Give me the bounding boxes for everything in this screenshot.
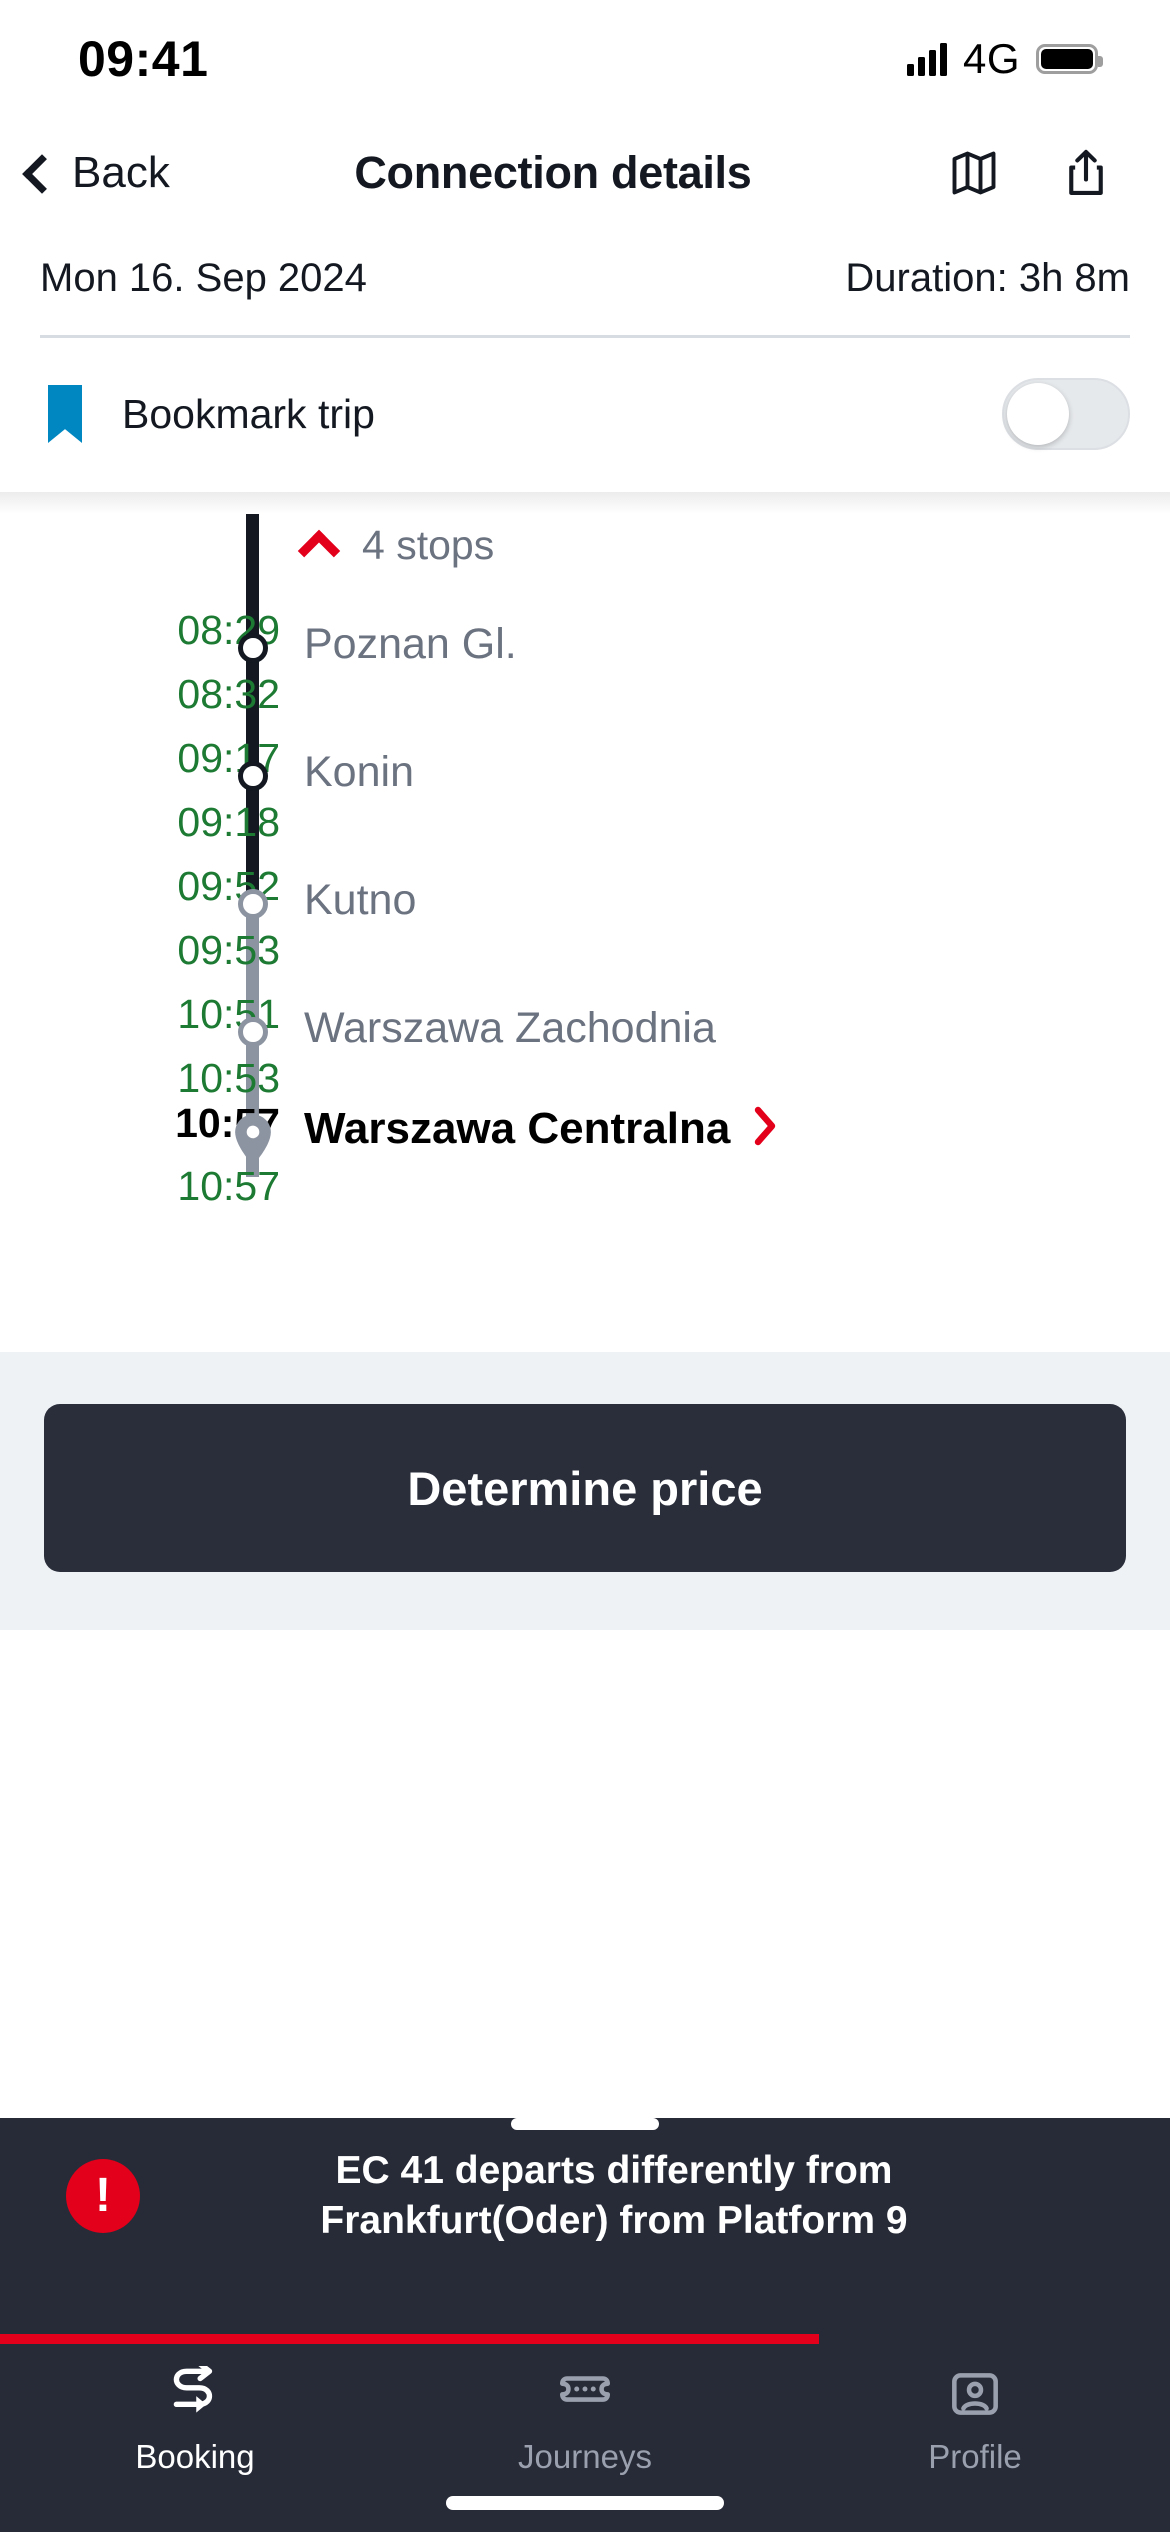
- navigation-bar: Back Connection details: [0, 118, 1170, 228]
- page-title: Connection details: [354, 147, 752, 198]
- chevron-right-icon: [752, 1106, 778, 1157]
- chevron-left-icon: [22, 154, 62, 194]
- toast-progress-bar: [0, 2334, 819, 2344]
- scroll-fade: [0, 492, 1170, 514]
- tab-profile[interactable]: Profile: [780, 2366, 1170, 2476]
- stop-marker-circle: [238, 889, 268, 919]
- bookmark-icon: [48, 385, 82, 443]
- bookmark-trip-row[interactable]: Bookmark trip: [0, 338, 1170, 492]
- back-button[interactable]: Back: [22, 148, 170, 198]
- profile-frame-icon: [952, 2373, 998, 2415]
- journey-timeline[interactable]: 4 stops 08:29 08:32 Poznan Gl. 09:17 09:…: [0, 492, 1170, 1352]
- stop-departure-time: 10:53: [177, 1055, 280, 1101]
- bookmark-toggle-knob: [1007, 383, 1069, 445]
- map-icon: [952, 151, 996, 195]
- tab-journeys[interactable]: Journeys: [390, 2366, 780, 2476]
- final-departure-time: 10:57: [177, 1163, 280, 1209]
- stops-toggle-label: 4 stops: [362, 522, 495, 568]
- trip-summary-row: Mon 16. Sep 2024 Duration: 3h 8m: [0, 228, 1170, 335]
- share-button[interactable]: [1058, 145, 1114, 201]
- bookmark-trip-label: Bookmark trip: [122, 390, 375, 437]
- battery-full-icon: [1036, 44, 1103, 74]
- status-bar-time: 09:41: [78, 31, 209, 87]
- bottom-area: ! EC 41 departs differently from Frankfu…: [0, 2096, 1170, 2532]
- stop-name: Warszawa Zachodnia: [304, 1004, 716, 1052]
- route-arrows-icon: [173, 2366, 213, 2413]
- tab-booking[interactable]: Booking: [0, 2366, 390, 2476]
- stop-marker-circle: [238, 761, 268, 791]
- toast-message-line2: Frankfurt(Oder) from Platform 9: [320, 2198, 908, 2242]
- determine-price-button[interactable]: Determine price: [44, 1404, 1126, 1572]
- status-bar-indicators: 4G: [906, 35, 1103, 83]
- trip-date: Mon 16. Sep 2024: [40, 256, 367, 300]
- network-type-label: 4G: [962, 35, 1020, 82]
- alert-exclamation-icon: !: [66, 2158, 140, 2233]
- stop-marker-circle: [238, 1017, 268, 1047]
- ticket-icon: [559, 2376, 611, 2402]
- map-pin-icon: [232, 1112, 274, 1168]
- status-bar: 09:41 4G: [0, 0, 1170, 118]
- stop-name: Konin: [304, 748, 414, 796]
- tab-journeys-label: Journeys: [518, 2438, 652, 2475]
- cellular-signal-icon: [906, 42, 947, 76]
- disruption-toast[interactable]: ! EC 41 departs differently from Frankfu…: [0, 2118, 1170, 2344]
- final-stop-name: Warszawa Centralna: [304, 1104, 731, 1153]
- stop-departure-time: 09:18: [177, 799, 280, 845]
- stop-departure-time: 08:32: [177, 671, 280, 717]
- stop-departure-time: 09:53: [177, 927, 280, 973]
- trip-duration: Duration: 3h 8m: [845, 256, 1130, 300]
- stop-marker-circle: [238, 633, 268, 663]
- chevron-up-icon: [297, 529, 341, 572]
- toast-message-line1: EC 41 departs differently from: [335, 2149, 893, 2192]
- share-icon: [1069, 149, 1103, 195]
- stops-toggle-button[interactable]: 4 stops: [297, 522, 495, 572]
- toast-message: EC 41 departs differently from Frankfurt…: [140, 2146, 1098, 2246]
- price-section: Determine price: [0, 1352, 1170, 1630]
- tab-booking-label: Booking: [135, 2438, 255, 2475]
- navigation-actions: [946, 145, 1124, 201]
- home-indicator: [446, 2496, 724, 2510]
- stop-name: Kutno: [304, 876, 417, 924]
- bookmark-toggle[interactable]: [1002, 378, 1130, 450]
- back-button-label: Back: [72, 148, 170, 197]
- final-stop-name-row[interactable]: Warszawa Centralna: [304, 1104, 778, 1157]
- toast-drag-handle[interactable]: [511, 2118, 659, 2130]
- toast-body: ! EC 41 departs differently from Frankfu…: [0, 2130, 1170, 2246]
- tab-profile-label: Profile: [928, 2438, 1022, 2475]
- map-button[interactable]: [946, 145, 1002, 201]
- stop-name: Poznan Gl.: [304, 620, 517, 668]
